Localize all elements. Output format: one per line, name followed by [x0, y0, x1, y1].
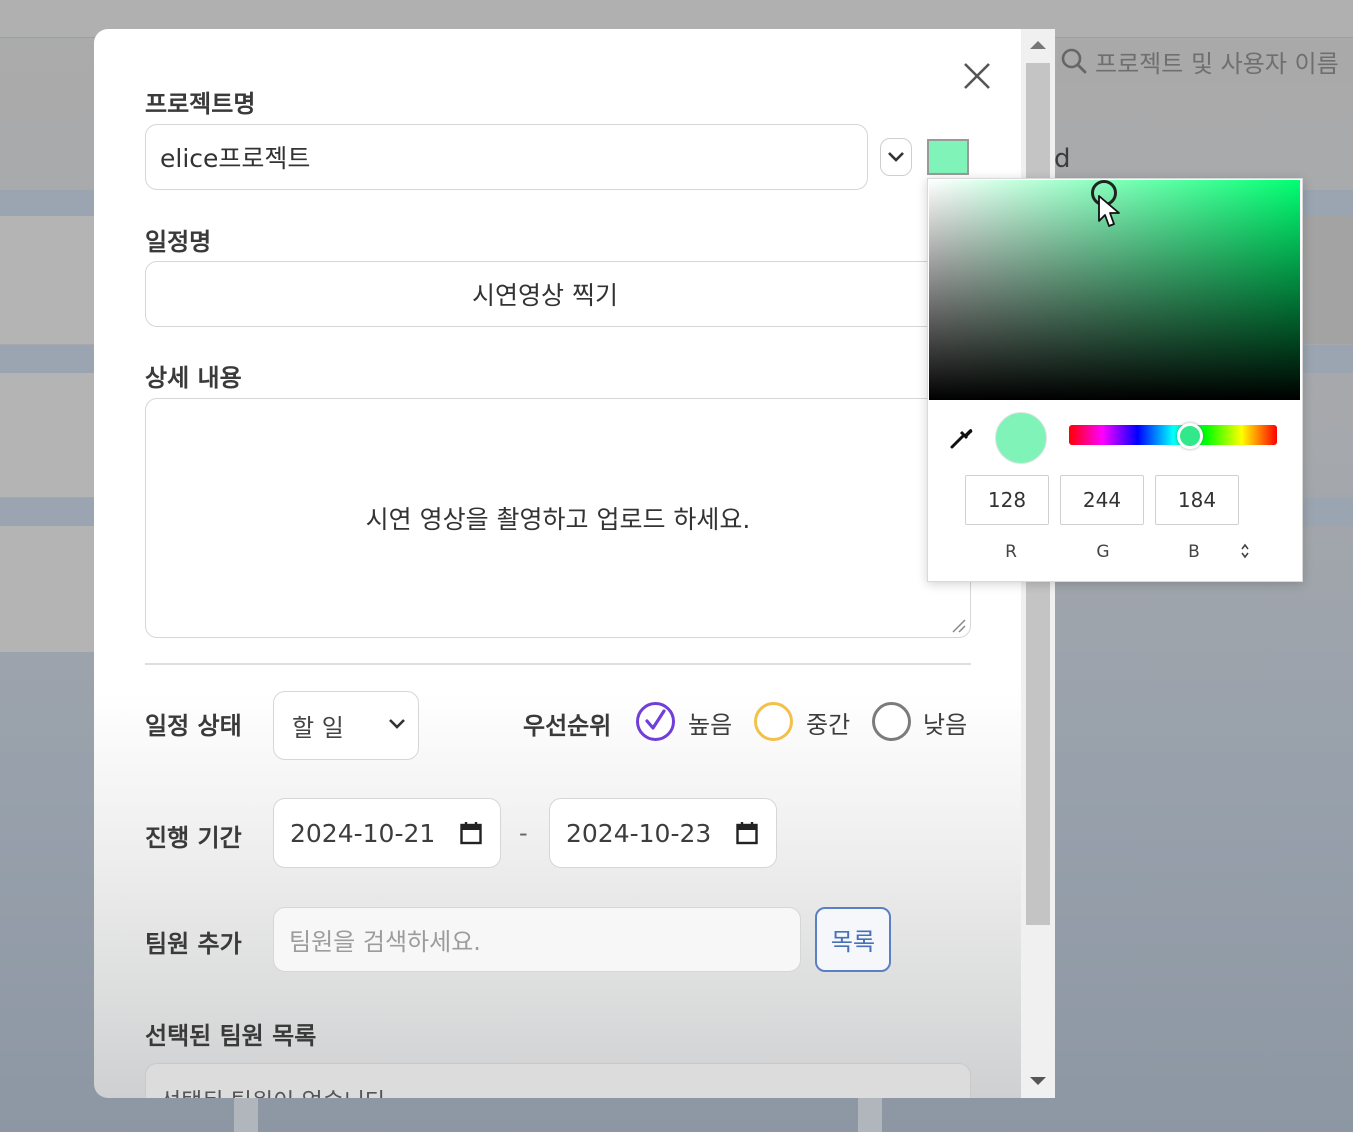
priority-high-label: 높음 [688, 711, 733, 739]
search-bar[interactable]: 프로젝트 및 사용자 이름 [1057, 40, 1353, 82]
end-date-input[interactable]: 2024-10-23 [549, 798, 777, 868]
status-label: 일정 상태 [145, 712, 242, 740]
hue-slider[interactable] [1069, 425, 1277, 445]
schedule-label: 일정명 [145, 228, 212, 256]
project-dropdown-button[interactable] [880, 138, 912, 176]
chevron-down-icon [389, 719, 405, 729]
color-picker: 128 244 184 R G B [927, 178, 1303, 582]
mouse-cursor-icon [1098, 195, 1120, 227]
green-input[interactable]: 244 [1060, 475, 1144, 525]
search-icon [1061, 48, 1087, 74]
detail-textarea[interactable]: 시연 영상을 촬영하고 업로드 하세요. [145, 398, 971, 638]
status-value: 할 일 [292, 714, 344, 742]
search-placeholder: 프로젝트 및 사용자 이름 [1095, 49, 1339, 78]
priority-low-radio[interactable] [872, 702, 911, 741]
calendar-icon[interactable] [460, 821, 482, 845]
project-name-value: elice프로젝트 [160, 144, 311, 173]
selected-members-list: 선택된 팀원이 없습니다 [145, 1063, 971, 1098]
priority-medium-label: 중간 [806, 711, 851, 739]
member-search-placeholder: 팀원을 검색하세요. [289, 928, 481, 956]
date-separator: - [519, 819, 528, 847]
green-label: G [1096, 542, 1110, 562]
divider [145, 663, 971, 665]
blue-input[interactable]: 184 [1155, 475, 1239, 525]
member-list-button[interactable]: 목록 [815, 907, 891, 972]
close-icon [964, 63, 990, 89]
red-input[interactable]: 128 [965, 475, 1049, 525]
priority-medium-radio[interactable] [754, 702, 793, 741]
bg-card [0, 526, 95, 652]
project-color-swatch[interactable] [927, 139, 969, 175]
bg-foot [858, 1098, 882, 1132]
mode-toggle-arrows-icon[interactable] [1240, 543, 1250, 559]
schedule-name-input[interactable]: 시연영상 찍기 [145, 261, 945, 327]
project-name-input[interactable]: elice프로젝트 [145, 124, 868, 190]
color-preview [995, 412, 1047, 464]
scroll-down-arrow-icon[interactable] [1030, 1077, 1046, 1085]
end-date-value: 2024-10-23 [566, 818, 712, 848]
chevron-down-icon [888, 152, 904, 162]
priority-label: 우선순위 [523, 712, 612, 740]
member-label: 팀원 추가 [145, 930, 242, 958]
red-label: R [1005, 542, 1017, 562]
detail-value: 시연 영상을 촬영하고 업로드 하세요. [365, 505, 751, 534]
close-button[interactable] [958, 57, 996, 95]
bg-text: d [1054, 144, 1071, 174]
scroll-up-arrow-icon[interactable] [1030, 41, 1046, 49]
blue-label: B [1188, 542, 1200, 562]
bg-card [0, 216, 95, 344]
check-icon [645, 709, 666, 730]
bg-card [0, 373, 95, 497]
project-label: 프로젝트명 [145, 90, 256, 118]
priority-low-label: 낮음 [923, 711, 968, 739]
status-select[interactable]: 할 일 [273, 691, 419, 760]
schedule-modal: 프로젝트명 elice프로젝트 일정명 시연영상 찍기 상세 내용 시연 영상을… [94, 29, 1055, 1098]
schedule-name-value: 시연영상 찍기 [472, 281, 618, 310]
start-date-input[interactable]: 2024-10-21 [273, 798, 501, 868]
priority-high-radio[interactable] [636, 702, 675, 741]
hue-handle[interactable] [1177, 423, 1203, 449]
eyedropper-icon[interactable] [948, 425, 974, 451]
member-search-input[interactable]: 팀원을 검색하세요. [273, 907, 801, 972]
selected-members-empty: 선택된 팀원이 없습니다 [160, 1089, 386, 1098]
start-date-value: 2024-10-21 [290, 818, 436, 848]
selected-members-label: 선택된 팀원 목록 [145, 1022, 317, 1050]
bg-foot [234, 1098, 258, 1132]
calendar-icon[interactable] [736, 821, 758, 845]
detail-label: 상세 내용 [145, 364, 242, 392]
period-label: 진행 기간 [145, 824, 242, 852]
resize-grip-icon[interactable] [950, 617, 966, 633]
